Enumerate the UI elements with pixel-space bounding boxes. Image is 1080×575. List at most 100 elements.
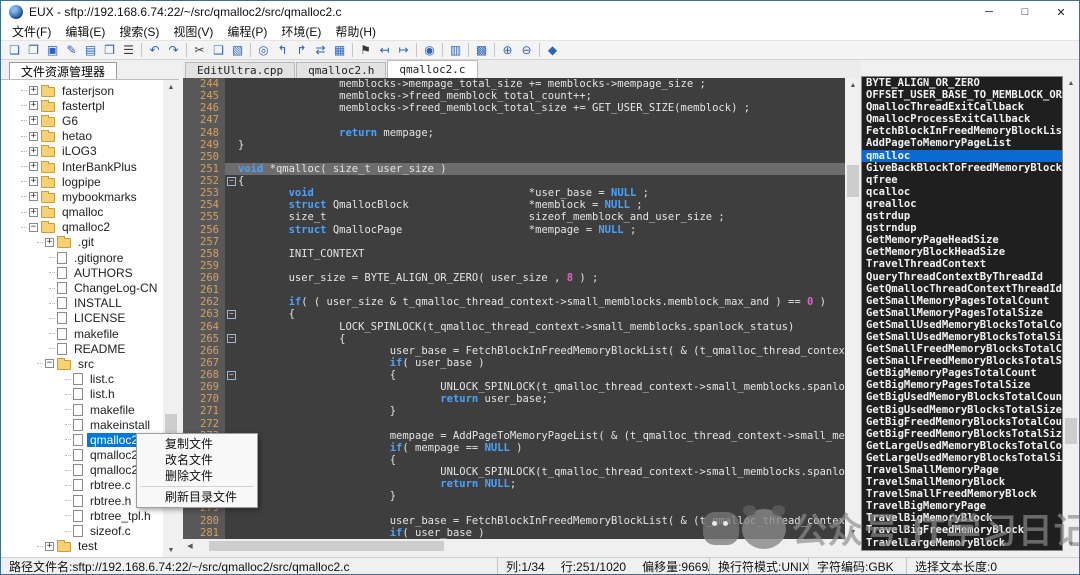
find-next-icon[interactable]: ↱	[292, 42, 311, 59]
function-list-item[interactable]: GetLargeUsedMemoryBlocksTotalSize	[862, 452, 1062, 464]
compare-icon[interactable]: ▩	[472, 42, 491, 59]
save-all-icon[interactable]: ▤	[81, 42, 100, 59]
fold-collapse-icon[interactable]: −	[227, 310, 236, 319]
fold-collapse-icon[interactable]: −	[227, 334, 236, 343]
function-list-item[interactable]: qcalloc	[862, 186, 1062, 198]
about-icon[interactable]: ◆	[543, 42, 562, 59]
function-list-item[interactable]: QueryThreadContextByThreadId	[862, 271, 1062, 283]
tab-qmalloc2.c[interactable]: qmalloc2.c	[387, 60, 477, 78]
tree-item[interactable]: ChangeLog-CN	[1, 280, 163, 295]
tree-item[interactable]: +fastertpl	[1, 98, 163, 113]
function-list-item[interactable]: GetBigFreedMemoryBlocksTotalCount	[862, 416, 1062, 428]
function-list-item[interactable]: qstrdup	[862, 210, 1062, 222]
function-list-item[interactable]: GetBigMemoryPagesTotalSize	[862, 379, 1062, 391]
tree-item[interactable]: makeinstall	[1, 417, 163, 432]
tree-item[interactable]: −src	[1, 356, 163, 371]
tree-item[interactable]: +InterBankPlus	[1, 159, 163, 174]
collapse-icon[interactable]: −	[45, 359, 54, 368]
collapse-icon[interactable]: −	[29, 223, 38, 232]
menu-item[interactable]: 环境(E)	[274, 23, 328, 40]
function-list-item[interactable]: TravelBigFreedMemoryBlock	[862, 524, 1062, 536]
tree-item[interactable]: sizeof.c	[1, 523, 163, 538]
close-file-icon[interactable]: ❒	[100, 42, 119, 59]
function-list-item[interactable]: TravelSmallMemoryBlock	[862, 476, 1062, 488]
tree-item[interactable]: list.h	[1, 387, 163, 402]
tree-item[interactable]: .gitignore	[1, 250, 163, 265]
scroll-thumb[interactable]	[847, 165, 859, 197]
expand-icon[interactable]: +	[45, 238, 54, 247]
scroll-down-icon[interactable]: ▼	[163, 543, 179, 557]
copy-icon[interactable]: ❑	[209, 42, 228, 59]
undo-icon[interactable]: ↶	[145, 42, 164, 59]
function-list-item[interactable]: QmallocThreadExitCallback	[862, 101, 1062, 113]
tab-qmalloc2.h[interactable]: qmalloc2.h	[296, 62, 386, 78]
function-list-item[interactable]: TravelSmallMemoryPage	[862, 464, 1062, 476]
function-list-item[interactable]: GetBigUsedMemoryBlocksTotalSize	[862, 404, 1062, 416]
menu-item[interactable]: 搜索(S)	[112, 23, 166, 40]
expand-icon[interactable]: +	[29, 177, 38, 186]
expand-icon[interactable]: +	[29, 162, 38, 171]
explorer-header-tab[interactable]: 文件资源管理器	[9, 62, 117, 79]
close-icon[interactable]: ✕	[1043, 1, 1079, 23]
menu-item[interactable]: 编辑(E)	[58, 23, 112, 40]
function-list-item[interactable]: GetBigMemoryPagesTotalCount	[862, 367, 1062, 379]
menu-item[interactable]: 文件(F)	[5, 23, 58, 40]
menu-item[interactable]: 帮助(H)	[328, 23, 383, 40]
tree-item[interactable]: +mybookmarks	[1, 189, 163, 204]
expand-icon[interactable]: +	[29, 116, 38, 125]
context-menu-item[interactable]: 刷新目录文件	[137, 489, 257, 505]
tree-item[interactable]: +qmalloc	[1, 205, 163, 220]
function-list-item[interactable]: GetBigFreedMemoryBlocksTotalSize	[862, 428, 1062, 440]
tree-item[interactable]: +.git	[1, 235, 163, 250]
function-list-item[interactable]: GetSmallUsedMemoryBlocksTotalCoun	[862, 319, 1062, 331]
maximize-icon[interactable]: □	[1007, 1, 1043, 23]
tab-EditUltra.cpp[interactable]: EditUltra.cpp	[185, 62, 295, 78]
tree-item[interactable]: AUTHORS	[1, 265, 163, 280]
function-list-item[interactable]: GetSmallUsedMemoryBlocksTotalSize	[862, 331, 1062, 343]
context-menu-item[interactable]: 改名文件	[137, 452, 257, 468]
function-list-item[interactable]: GetBigUsedMemoryBlocksTotalCount	[862, 391, 1062, 403]
function-list-item[interactable]: qstrndup	[862, 222, 1062, 234]
save-as-icon[interactable]: ✎	[62, 42, 81, 59]
tree-item[interactable]: +iLOG3	[1, 144, 163, 159]
tree-item[interactable]: makefile	[1, 326, 163, 341]
function-list-item[interactable]: qmalloc	[862, 150, 1062, 162]
function-list-item[interactable]: AddPageToMemoryPageList	[862, 137, 1062, 149]
menu-item[interactable]: 视图(V)	[166, 23, 220, 40]
function-list-item[interactable]: GetSmallMemoryPagesTotalSize	[862, 307, 1062, 319]
bookmark-icon[interactable]: ⚑	[356, 42, 375, 59]
tree-item[interactable]: +hetao	[1, 129, 163, 144]
scroll-thumb[interactable]	[1065, 418, 1077, 444]
tree-item[interactable]: INSTALL	[1, 296, 163, 311]
find-icon[interactable]: ◎	[254, 42, 273, 59]
tree-item[interactable]: makefile	[1, 402, 163, 417]
function-list-item[interactable]: GetLargeUsedMemoryBlocksTotalCoun	[862, 440, 1062, 452]
function-list-icon[interactable]: ▥	[446, 42, 465, 59]
expand-icon[interactable]: +	[29, 132, 38, 141]
function-list-item[interactable]: GetSmallFreedMemoryBlocksTotalCou	[862, 343, 1062, 355]
tree-item[interactable]: +test	[1, 539, 163, 554]
context-menu-item[interactable]: 删除文件	[137, 468, 257, 484]
function-list-item[interactable]: qrealloc	[862, 198, 1062, 210]
cut-icon[interactable]: ✂	[190, 42, 209, 59]
scroll-down-icon[interactable]: ▼	[845, 525, 861, 539]
expand-icon[interactable]: +	[45, 542, 54, 551]
expand-icon[interactable]: +	[29, 208, 38, 217]
tree-item[interactable]: +G6	[1, 113, 163, 128]
function-list-item[interactable]: GetMemoryBlockHeadSize	[862, 246, 1062, 258]
new-file-icon[interactable]: ❏	[5, 42, 24, 59]
redo-icon[interactable]: ↷	[164, 42, 183, 59]
function-list-item[interactable]: GetQmallocThreadContextThreadId	[862, 283, 1062, 295]
replace-all-icon[interactable]: ▦	[330, 42, 349, 59]
tree-item[interactable]: −qmalloc2	[1, 220, 163, 235]
function-list-item[interactable]: GiveBackBlockToFreedMemoryBlockLi	[862, 162, 1062, 174]
function-list-item[interactable]: GetSmallMemoryPagesTotalCount	[862, 295, 1062, 307]
function-list-item[interactable]: TravelSmallFreedMemoryBlock	[862, 488, 1062, 500]
scroll-up-icon[interactable]: ▲	[845, 78, 861, 92]
menu-item[interactable]: 编程(P)	[220, 23, 274, 40]
paste-icon[interactable]: ▧	[228, 42, 247, 59]
scroll-down-icon[interactable]: ▼	[1063, 537, 1079, 551]
zoom-in-icon[interactable]: ⊕	[498, 42, 517, 59]
scroll-up-icon[interactable]: ▲	[163, 80, 179, 94]
save-icon[interactable]: ▣	[43, 42, 62, 59]
